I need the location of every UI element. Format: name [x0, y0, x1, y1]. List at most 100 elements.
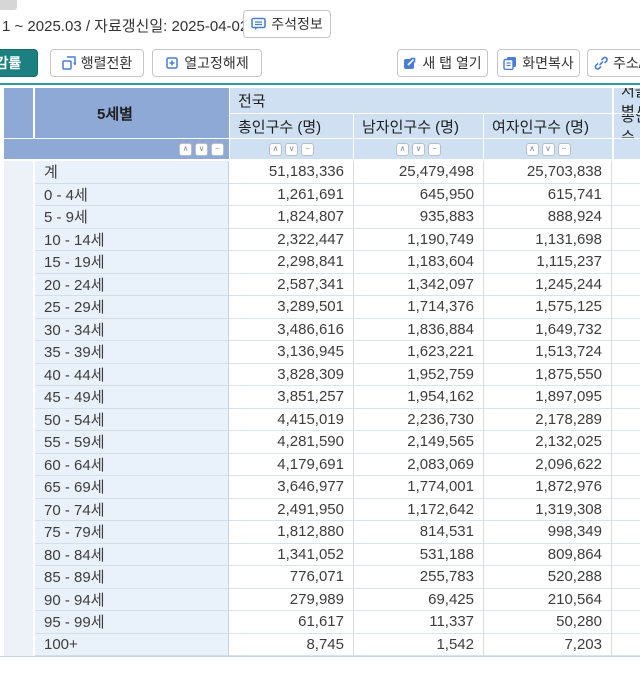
next-region-header-label: 서울특별시: [621, 88, 640, 113]
table-row: 20 - 24세 2,587,341 1,342,097 1,245,244: [35, 274, 640, 297]
male-population-cell: 1,954,162: [354, 386, 484, 409]
total-population-cell: 3,646,977: [229, 476, 354, 499]
next-region-empty-cell: [612, 634, 640, 657]
sort-clear-button[interactable]: −: [211, 143, 224, 156]
female-population-cell: 1,513,724: [484, 341, 612, 364]
male-population-cell: 25,479,498: [354, 161, 484, 184]
sort-desc-button[interactable]: ∨: [285, 143, 298, 156]
total-population-cell: 1,341,052: [229, 544, 354, 567]
male-population-cell: 1,542: [354, 634, 484, 657]
male-population-cell: 255,783: [354, 566, 484, 589]
male-population-cell: 645,950: [354, 184, 484, 207]
table-row: 계 51,183,336 25,479,498 25,703,838: [35, 161, 640, 184]
age-group-cell: 90 - 94세: [35, 589, 229, 612]
sort-desc-button[interactable]: ∨: [542, 143, 555, 156]
male-population-cell: 11,337: [354, 611, 484, 634]
female-population-cell: 25,703,838: [484, 161, 612, 184]
next-region-empty-cell: [612, 161, 640, 184]
new-tab-button[interactable]: 새 탭 열기: [397, 49, 488, 77]
unfreeze-columns-label: 열고정해제: [184, 53, 248, 73]
next-region-empty-cell: [612, 454, 640, 477]
rate-button[interactable]: 증감률: [0, 49, 38, 77]
male-population-cell: 531,188: [354, 544, 484, 567]
sort-cell-next-region: [614, 139, 640, 159]
male-population-cell: 1,836,884: [354, 319, 484, 342]
next-region-empty-cell: [612, 476, 640, 499]
female-population-cell: 809,864: [484, 544, 612, 567]
total-population-cell: 3,289,501: [229, 296, 354, 319]
sort-cell-total: ∧ ∨ −: [230, 139, 353, 159]
next-region-column-header-label: 총인구수 (명): [621, 114, 640, 138]
link-icon: [594, 56, 608, 70]
sort-controls: ∧ ∨ −: [526, 143, 571, 156]
male-population-cell: 1,342,097: [354, 274, 484, 297]
table-bottom-border: [0, 656, 640, 657]
female-population-cell: 50,280: [484, 611, 612, 634]
address-source-button[interactable]: 주소/출처: [587, 49, 640, 77]
table-row: 60 - 64세 4,179,691 2,083,069 2,096,622: [35, 454, 640, 477]
age-group-header-label: 5세별: [97, 103, 133, 124]
total-population-cell: 8,745: [229, 634, 354, 657]
annotation-info-label: 주석정보: [271, 14, 323, 34]
female-population-header-label: 여자인구수 (명): [492, 116, 589, 137]
transpose-button[interactable]: 행렬전환: [50, 49, 144, 77]
total-population-cell: 2,322,447: [229, 229, 354, 252]
age-group-cell: 30 - 34세: [35, 319, 229, 342]
table-row: 75 - 79세 1,812,880 814,531 998,349: [35, 521, 640, 544]
male-population-cell: 1,172,642: [354, 499, 484, 522]
next-region-empty-cell: [612, 364, 640, 387]
age-group-cell: 60 - 64세: [35, 454, 229, 477]
total-population-cell: 3,136,945: [229, 341, 354, 364]
rate-button-label: 증감률: [0, 53, 21, 73]
age-group-cell: 35 - 39세: [35, 341, 229, 364]
next-region-empty-cell: [612, 611, 640, 634]
age-group-cell: 계: [35, 161, 229, 184]
female-population-header-cell: 여자인구수 (명): [484, 114, 612, 138]
next-region-empty-cell: [612, 296, 640, 319]
male-population-cell: 1,190,749: [354, 229, 484, 252]
total-population-header-label: 총인구수 (명): [238, 116, 321, 137]
table-row: 30 - 34세 3,486,616 1,836,884 1,649,732: [35, 319, 640, 342]
address-source-label: 주소/출처: [613, 53, 640, 73]
total-population-cell: 4,415,019: [229, 409, 354, 432]
table-row: 10 - 14세 2,322,447 1,190,749 1,131,698: [35, 229, 640, 252]
sort-clear-button[interactable]: −: [428, 143, 441, 156]
next-region-empty-cell: [612, 341, 640, 364]
male-population-cell: 1,952,759: [354, 364, 484, 387]
age-group-cell: 10 - 14세: [35, 229, 229, 252]
screen-copy-button[interactable]: 화면복사: [497, 49, 580, 77]
next-region-header-cell: 서울특별시: [614, 88, 640, 113]
total-population-cell: 776,071: [229, 566, 354, 589]
sort-controls: ∧ ∨ −: [179, 143, 224, 156]
transpose-button-label: 행렬전환: [81, 53, 133, 73]
female-population-cell: 1,575,125: [484, 296, 612, 319]
row-handle-header-cell: [4, 88, 33, 138]
age-group-cell: 45 - 49세: [35, 386, 229, 409]
female-population-cell: 888,924: [484, 206, 612, 229]
total-population-header-cell: 총인구수 (명): [230, 114, 353, 138]
female-population-cell: 520,288: [484, 566, 612, 589]
sort-desc-button[interactable]: ∨: [195, 143, 208, 156]
sort-asc-button[interactable]: ∧: [269, 143, 282, 156]
male-population-cell: 69,425: [354, 589, 484, 612]
sort-asc-button[interactable]: ∧: [179, 143, 192, 156]
sort-asc-button[interactable]: ∧: [526, 143, 539, 156]
sort-clear-button[interactable]: −: [301, 143, 314, 156]
sort-cell-female: ∧ ∨ −: [484, 139, 612, 159]
unfreeze-columns-button[interactable]: 열고정해제: [152, 49, 262, 77]
age-group-cell: 50 - 54세: [35, 409, 229, 432]
male-population-cell: 1,774,001: [354, 476, 484, 499]
age-group-cell: 65 - 69세: [35, 476, 229, 499]
age-group-cell: 95 - 99세: [35, 611, 229, 634]
male-population-cell: 2,236,730: [354, 409, 484, 432]
table-row: 35 - 39세 3,136,945 1,623,221 1,513,724: [35, 341, 640, 364]
sort-asc-button[interactable]: ∧: [396, 143, 409, 156]
annotation-info-button[interactable]: 주석정보: [243, 10, 331, 38]
sort-clear-button[interactable]: −: [558, 143, 571, 156]
next-region-empty-cell: [612, 229, 640, 252]
comment-icon: [251, 17, 266, 31]
sort-desc-button[interactable]: ∨: [412, 143, 425, 156]
copy-icon: [503, 56, 517, 70]
female-population-cell: 998,349: [484, 521, 612, 544]
table-row: 40 - 44세 3,828,309 1,952,759 1,875,550: [35, 364, 640, 387]
